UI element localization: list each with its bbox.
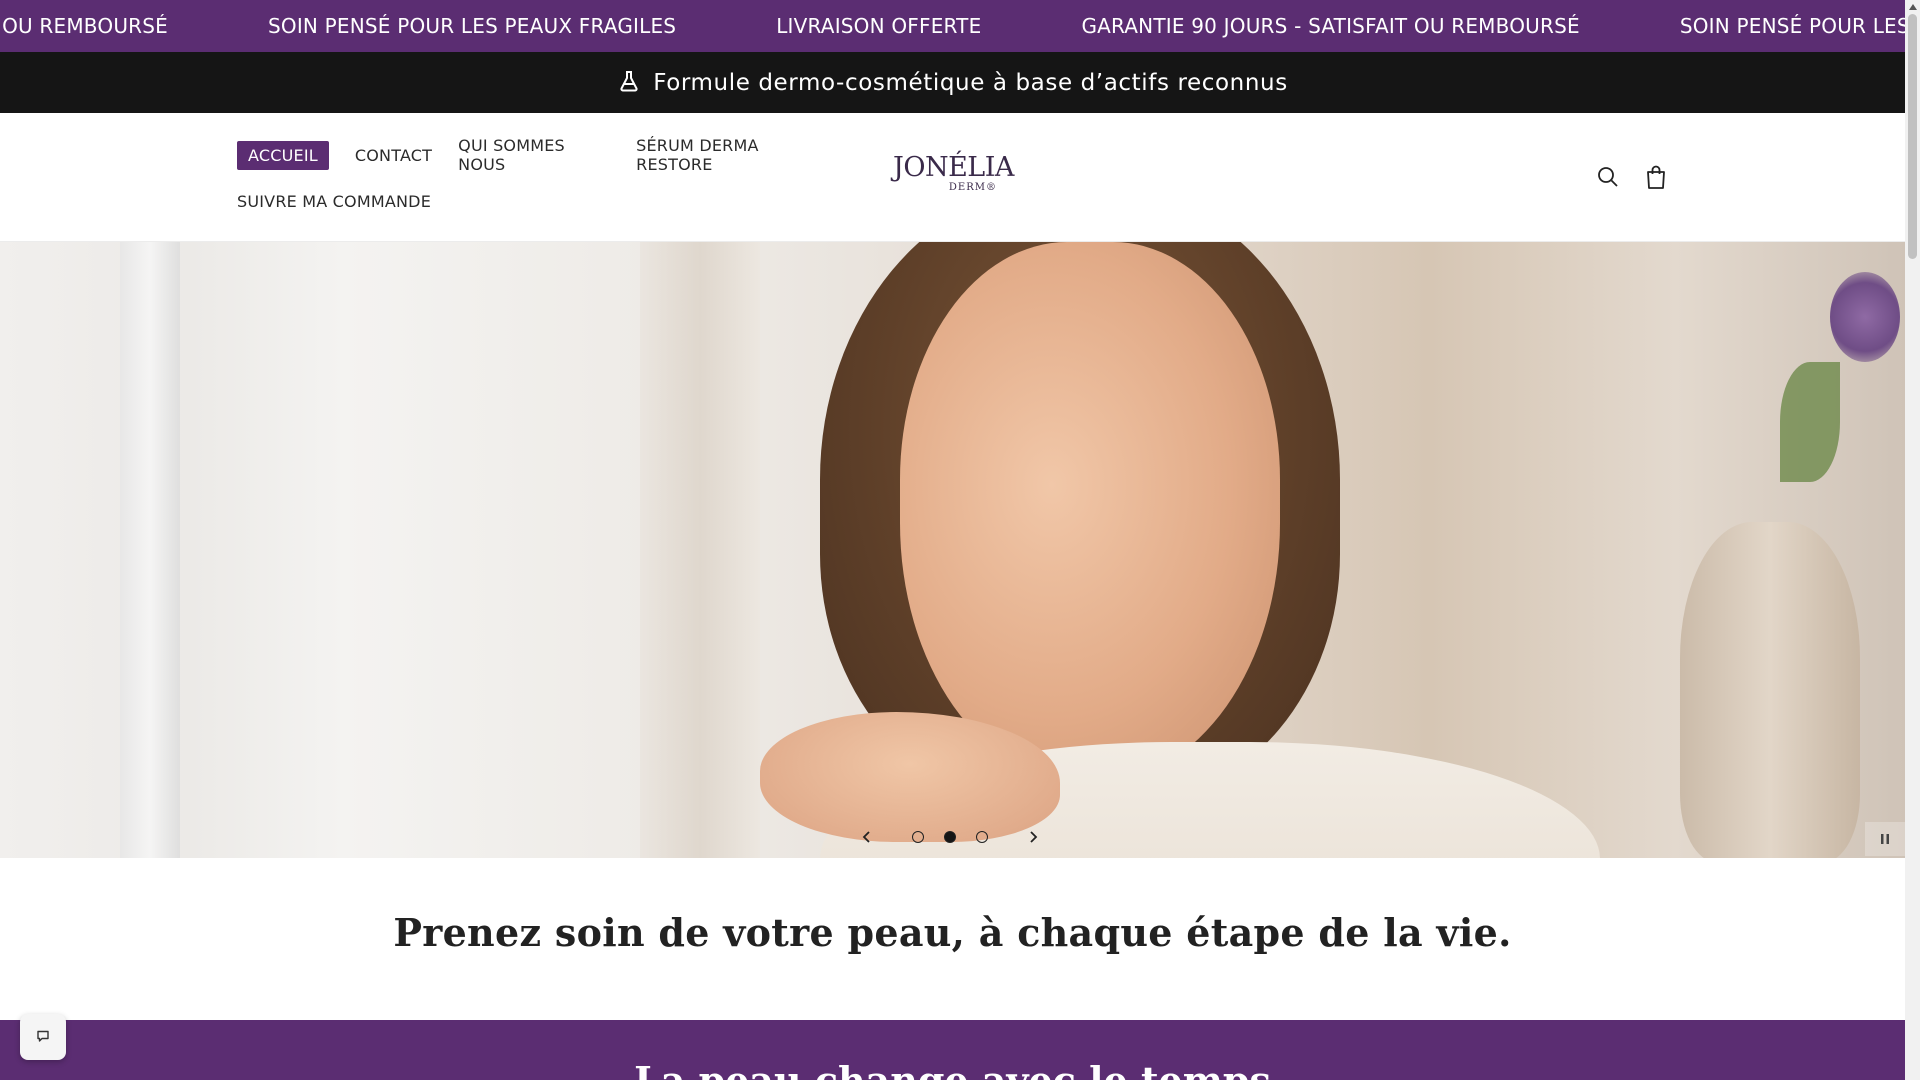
marquee-item: LIVRAISON OFFERTE bbox=[776, 14, 982, 38]
slider-controls bbox=[855, 822, 1045, 852]
nav-item-accueil[interactable]: ACCUEIL bbox=[237, 140, 329, 170]
marquee-bar: GARANTIE 90 JOURS - SATISFAIT OU REMBOUR… bbox=[0, 0, 1905, 52]
page: GARANTIE 90 JOURS - SATISFAIT OU REMBOUR… bbox=[0, 0, 1905, 1080]
nav-item-qui-sommes-nous[interactable]: QUI SOMMES NOUS bbox=[458, 136, 610, 174]
scrollbar-thumb[interactable] bbox=[1908, 14, 1917, 259]
page-scrollbar[interactable] bbox=[1905, 0, 1920, 1080]
chat-icon bbox=[36, 1028, 50, 1047]
slide-dot[interactable] bbox=[976, 831, 988, 843]
marquee-item: SOIN PENSÉ POUR LES PEAUX FRAGILES bbox=[1679, 14, 1905, 38]
logo-wordmark: JONÉLIA bbox=[893, 152, 1014, 183]
main-nav: ACCUEIL CONTACT QUI SOMMES NOUS SÉRUM DE… bbox=[237, 136, 857, 232]
marquee-track: GARANTIE 90 JOURS - SATISFAIT OU REMBOUR… bbox=[0, 0, 1905, 52]
nav-item-serum-derma-restore[interactable]: SÉRUM DERMA RESTORE bbox=[636, 136, 831, 174]
logo-subtitle: DERM® bbox=[948, 182, 997, 193]
search-icon[interactable] bbox=[1593, 162, 1623, 192]
chevron-right-icon[interactable] bbox=[1021, 825, 1045, 849]
purple-section: La peau change avec le temps bbox=[0, 1020, 1905, 1080]
nav-item-contact[interactable]: CONTACT bbox=[355, 146, 432, 165]
marquee-item: SOIN PENSÉ POUR LES PEAUX FRAGILES bbox=[268, 14, 677, 38]
chevron-left-icon[interactable] bbox=[855, 825, 879, 849]
slide-dot[interactable] bbox=[912, 831, 924, 843]
scroll-up-icon[interactable] bbox=[1907, 2, 1918, 12]
brand-logo[interactable]: JONÉLIA DERM® bbox=[893, 152, 1014, 193]
pause-button[interactable] bbox=[1865, 822, 1905, 856]
slide-dot[interactable] bbox=[944, 831, 956, 843]
slider-dots bbox=[912, 831, 988, 843]
announcement-bar: Formule dermo-cosmétique à base d’actifs… bbox=[0, 52, 1905, 113]
chat-button[interactable] bbox=[20, 1014, 66, 1060]
section-title: La peau change avec le temps bbox=[0, 1058, 1905, 1080]
site-header: ACCUEIL CONTACT QUI SOMMES NOUS SÉRUM DE… bbox=[0, 113, 1905, 242]
nav-item-suivre-ma-commande[interactable]: SUIVRE MA COMMANDE bbox=[237, 192, 431, 211]
pause-icon bbox=[1879, 830, 1891, 849]
flask-icon bbox=[617, 69, 653, 97]
announcement-text: Formule dermo-cosmétique à base d’actifs… bbox=[653, 69, 1288, 96]
marquee-item: GARANTIE 90 JOURS - SATISFAIT OU REMBOUR… bbox=[1081, 14, 1580, 38]
page-headline: Prenez soin de votre peau, à chaque étap… bbox=[393, 910, 1512, 955]
cart-icon[interactable] bbox=[1641, 162, 1671, 192]
hero-slideshow bbox=[0, 242, 1905, 858]
marquee-item: GARANTIE 90 JOURS - SATISFAIT OU REMBOUR… bbox=[0, 14, 168, 38]
